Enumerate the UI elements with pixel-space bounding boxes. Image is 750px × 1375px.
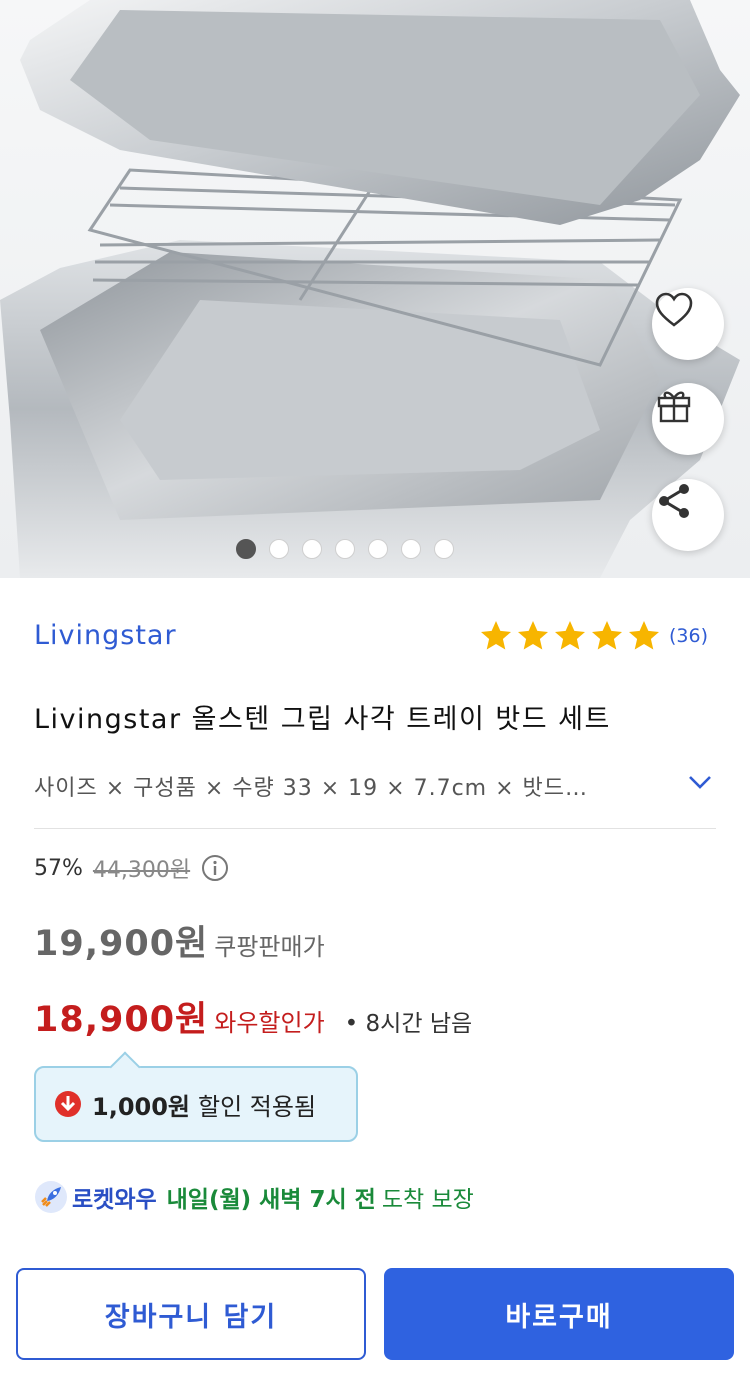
gallery-dot[interactable]	[401, 539, 421, 559]
coupon-applied-badge: 1,000원 할인 적용됨	[34, 1066, 358, 1142]
sale-price-label: 쿠팡판매가	[214, 933, 325, 961]
gallery-dot[interactable]	[335, 539, 355, 559]
divider	[34, 828, 716, 829]
option-selector[interactable]: 사이즈 × 구성품 × 수량 33 × 19 × 7.7cm × 밧드…	[34, 770, 714, 802]
coupon-text: 할인 적용됨	[198, 1092, 317, 1121]
info-icon[interactable]	[200, 853, 230, 883]
steel-tray-illustration	[0, 0, 740, 578]
rating-stars	[478, 618, 663, 654]
gallery-dot[interactable]	[269, 539, 289, 559]
star-icon	[628, 621, 659, 650]
delivery-time: 내일(월) 새벽 7시 전	[166, 1187, 376, 1213]
buy-now-button[interactable]: 바로구매	[384, 1268, 734, 1360]
coupon-down-arrow-icon	[55, 1091, 81, 1117]
rocket-icon	[35, 1181, 67, 1213]
discount-rate: 57%	[34, 855, 83, 881]
chevron-down-icon[interactable]	[686, 768, 714, 796]
star-icon	[517, 621, 548, 650]
brand-link[interactable]: Livingstar	[34, 620, 177, 651]
option-summary: 사이즈 × 구성품 × 수량 33 × 19 × 7.7cm × 밧드…	[34, 776, 588, 801]
wow-time-remaining: • 8시간 남음	[344, 1011, 473, 1037]
discount-row: 57% 44,300원	[34, 852, 230, 884]
wishlist-button[interactable]	[652, 288, 724, 360]
star-icon	[554, 621, 585, 650]
gallery-dot[interactable]	[368, 539, 388, 559]
star-icon	[480, 621, 511, 650]
delivery-brand: 로켓와우	[72, 1187, 157, 1213]
heart-icon	[655, 292, 693, 327]
rating[interactable]: (36)	[478, 618, 708, 654]
product-image[interactable]	[0, 0, 750, 578]
original-price: 44,300원	[92, 858, 191, 883]
wow-price-row: 18,900원 와우할인가 • 8시간 남음	[34, 991, 472, 1042]
gallery-pagination	[0, 539, 750, 559]
star-icon	[591, 621, 622, 650]
product-title: Livingstar 올스텐 그립 사각 트레이 밧드 세트	[34, 704, 611, 735]
gallery-dot[interactable]	[434, 539, 454, 559]
coupon-amount: 1,000원	[92, 1092, 190, 1121]
gallery-dot[interactable]	[302, 539, 322, 559]
bottom-action-bar: 장바구니 담기 바로구매	[0, 1252, 750, 1375]
gift-icon	[657, 391, 691, 423]
wow-price-label: 와우할인가	[214, 1009, 325, 1037]
gift-button[interactable]	[652, 383, 724, 455]
delivery-guarantee: 도착 보장	[381, 1187, 474, 1213]
wow-price: 18,900원	[34, 1000, 209, 1040]
share-icon	[659, 484, 689, 518]
review-count[interactable]: (36)	[669, 625, 708, 647]
delivery-info: 로켓와우 내일(월) 새벽 7시 전 도착 보장	[34, 1180, 474, 1214]
sale-price: 19,900원	[34, 924, 209, 964]
price-row: 19,900원 쿠팡판매가	[34, 915, 325, 966]
gallery-dot[interactable]	[236, 539, 256, 559]
add-to-cart-button[interactable]: 장바구니 담기	[16, 1268, 366, 1360]
